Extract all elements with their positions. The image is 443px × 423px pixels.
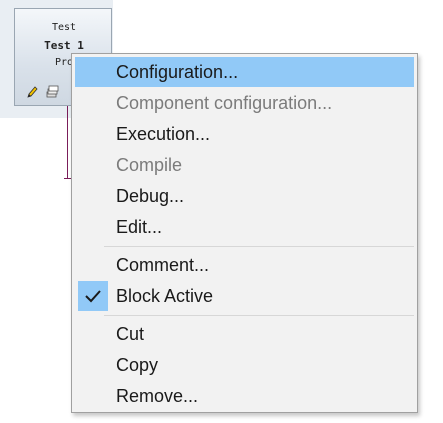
- stack-icon[interactable]: [45, 85, 59, 99]
- menu-item-label: Comment...: [116, 255, 210, 275]
- menu-item-execution[interactable]: Execution...: [75, 119, 414, 149]
- menu-item-copy[interactable]: Copy: [75, 350, 414, 380]
- connection-wire: [67, 106, 68, 178]
- menu-item-label: Execution...: [116, 124, 211, 144]
- menu-item-configuration[interactable]: Configuration...: [75, 57, 414, 87]
- pencil-icon[interactable]: [25, 85, 39, 99]
- menu-item-label: Debug...: [116, 186, 185, 206]
- menu-item-edit[interactable]: Edit...: [75, 212, 414, 242]
- menu-item-label: Configuration...: [116, 62, 239, 82]
- menu-item-debug[interactable]: Debug...: [75, 181, 414, 211]
- menu-item-comment[interactable]: Comment...: [75, 250, 414, 280]
- menu-item-label: Cut: [116, 324, 145, 344]
- menu-separator: [104, 315, 414, 316]
- menu-item-label: Block Active: [116, 286, 214, 306]
- menu-item-cut[interactable]: Cut: [75, 319, 414, 349]
- block-name-label: Test 1: [44, 39, 84, 52]
- menu-separator: [104, 246, 414, 247]
- menu-item-component-configuration[interactable]: Component configuration...: [75, 88, 414, 118]
- block-type-label: Test: [51, 22, 77, 33]
- menu-item-label: Edit...: [116, 217, 163, 237]
- menu-item-label: Compile: [116, 155, 183, 175]
- menu-item-label: Remove...: [116, 386, 199, 406]
- checkmark-highlight: [78, 281, 108, 311]
- menu-item-remove[interactable]: Remove...: [75, 381, 414, 411]
- context-menu: Configuration... Component configuration…: [71, 53, 418, 413]
- menu-item-block-active[interactable]: Block Active: [75, 281, 414, 311]
- checkmark-icon: [85, 290, 101, 303]
- menu-item-label: Component configuration...: [116, 93, 333, 113]
- menu-item-compile[interactable]: Compile: [75, 150, 414, 180]
- menu-item-label: Copy: [116, 355, 159, 375]
